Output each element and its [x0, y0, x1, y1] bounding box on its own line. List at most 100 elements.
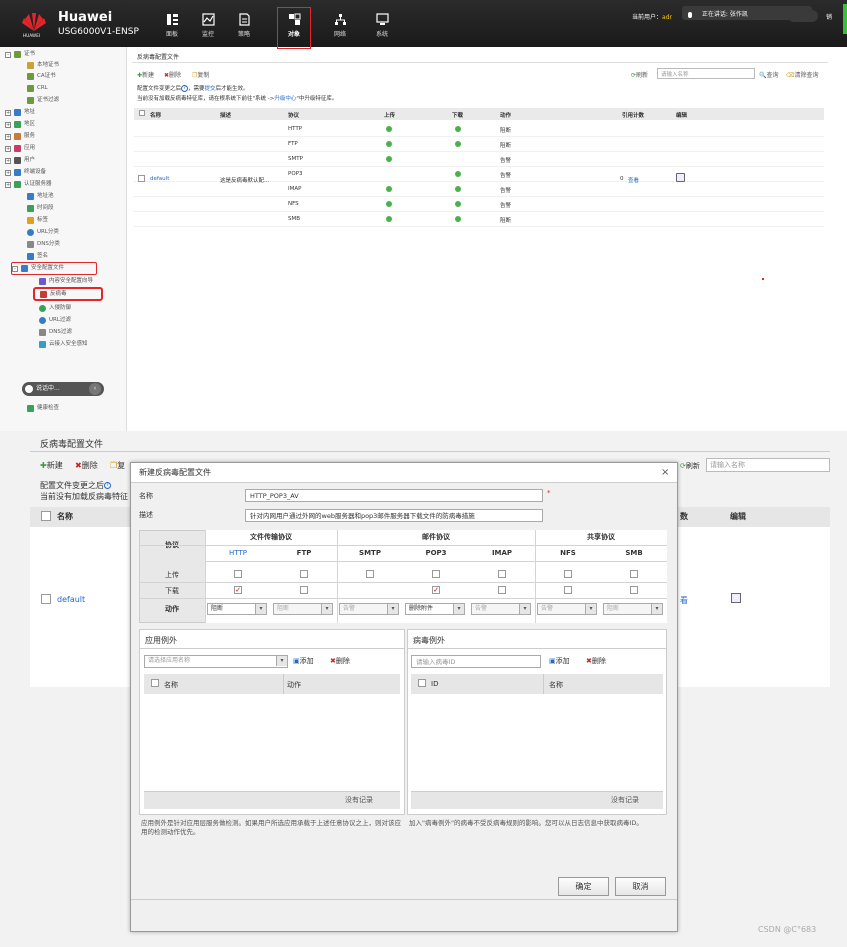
- lower-row-view[interactable]: 看: [680, 595, 688, 606]
- action-select-smb[interactable]: 阻断 ▾: [603, 603, 663, 615]
- edit-icon[interactable]: [676, 173, 685, 182]
- upload-checkbox-nfs[interactable]: [564, 570, 572, 578]
- sidebar-item-cert-filter[interactable]: 证书过滤: [27, 95, 59, 106]
- submit-link[interactable]: 提交: [205, 86, 216, 92]
- sidebar-item-terminal[interactable]: + 终端设备: [5, 167, 46, 178]
- lower-delete-button[interactable]: ✖删除: [75, 460, 98, 471]
- expand-icon[interactable]: +: [5, 181, 11, 188]
- virus-id-input[interactable]: 请输入病毒ID: [411, 655, 541, 668]
- sidebar-item-wizard[interactable]: 内容安全配置向导: [39, 276, 93, 287]
- upload-checkbox-pop3[interactable]: [432, 570, 440, 578]
- expand-icon[interactable]: +: [5, 133, 11, 140]
- help-icon[interactable]: ?: [104, 482, 111, 489]
- upload-checkbox-smb[interactable]: [630, 570, 638, 578]
- nav-system[interactable]: 系统: [365, 13, 399, 43]
- sidebar-item-crl[interactable]: CRL: [27, 83, 48, 94]
- lower-search-input[interactable]: 请输入名称: [706, 458, 830, 472]
- expand-icon[interactable]: +: [5, 157, 11, 164]
- lower-row-name[interactable]: default: [57, 595, 85, 604]
- lower-edit-icon[interactable]: [731, 593, 741, 603]
- lower-refresh-button[interactable]: ⟳刷新: [680, 461, 700, 471]
- sidebar-item-ips[interactable]: 入侵防御: [39, 303, 71, 314]
- upper-copy-button[interactable]: ❐复制: [192, 70, 209, 79]
- sidebar-item-local-cert[interactable]: 本地证书: [27, 60, 59, 71]
- sidebar-item-cert[interactable]: - 证书: [5, 49, 35, 60]
- sidebar-item-url-filter[interactable]: URL过滤: [39, 315, 71, 326]
- action-select-smtp[interactable]: 告警 ▾: [339, 603, 399, 615]
- sidebar-item-auth-server[interactable]: + 认证服务器: [5, 179, 52, 190]
- upload-checkbox-http[interactable]: [234, 570, 242, 578]
- nav-monitor[interactable]: 监控: [191, 13, 225, 43]
- sidebar-item-address-pool[interactable]: 地址池: [27, 191, 54, 202]
- sidebar-item-signature[interactable]: 签名: [27, 251, 48, 262]
- sidebar-item-region[interactable]: + 地区: [5, 119, 35, 130]
- upload-checkbox-ftp[interactable]: [300, 570, 308, 578]
- upgrade-center-link[interactable]: 升级中心: [274, 96, 296, 102]
- sidebar-item-url-category[interactable]: URL分类: [27, 227, 59, 238]
- lower-new-button[interactable]: ✚新建: [40, 460, 63, 471]
- action-select-pop3[interactable]: 删除附件 ▾: [405, 603, 465, 615]
- download-checkbox-http[interactable]: ✓: [234, 586, 242, 594]
- sidebar-item-ca-cert[interactable]: CA证书: [27, 71, 56, 82]
- upper-clear-query-button[interactable]: ⌫清除查询: [786, 70, 819, 79]
- sidebar-item-service[interactable]: + 服务: [5, 131, 35, 142]
- close-icon[interactable]: ×: [661, 467, 669, 478]
- virus-add-button[interactable]: ▣添加: [549, 656, 570, 666]
- download-checkbox-nfs[interactable]: [564, 586, 572, 594]
- row-name-default[interactable]: default: [150, 176, 169, 182]
- lower-copy-button[interactable]: ❐复: [110, 460, 125, 471]
- lower-row-checkbox[interactable]: [41, 594, 51, 604]
- cancel-button[interactable]: 取消: [615, 877, 666, 896]
- sidebar-item-cloud-access[interactable]: 云接入安全感知: [39, 339, 88, 350]
- action-select-imap[interactable]: 告警 ▾: [471, 603, 531, 615]
- sidebar-item-security-profile[interactable]: - 安全配置文件: [11, 262, 97, 275]
- sidebar-item-dns-category[interactable]: DNS分类: [27, 239, 60, 250]
- help-icon[interactable]: ?: [181, 85, 189, 92]
- sidebar-item-user[interactable]: + 用户: [5, 155, 35, 166]
- upload-checkbox-smtp[interactable]: [366, 570, 374, 578]
- sidebar-item-dns-filter[interactable]: DNS过滤: [39, 327, 72, 338]
- nav-dashboard[interactable]: 面板: [155, 13, 189, 43]
- upload-checkbox-imap[interactable]: [498, 570, 506, 578]
- nav-object[interactable]: 对象: [277, 7, 311, 49]
- logout-link[interactable]: 销: [826, 12, 832, 21]
- sidebar-item-health-check[interactable]: 健康检查: [27, 403, 59, 414]
- lower-select-all-checkbox[interactable]: [41, 511, 51, 521]
- action-select-ftp[interactable]: 阻断 ▾: [273, 603, 333, 615]
- expand-icon[interactable]: +: [5, 145, 11, 152]
- app-select-dropdown[interactable]: 请选择应用名称 ▾: [144, 655, 288, 668]
- action-select-nfs[interactable]: 告警 ▾: [537, 603, 597, 615]
- upper-query-button[interactable]: 🔍查询: [759, 70, 779, 79]
- virus-delete-button[interactable]: ✖删除: [586, 656, 606, 666]
- desc-input[interactable]: 针对内网用户通过外网的web服务器和pop3邮件服务器下载文件的防病毒措施: [245, 509, 543, 522]
- collapse-icon[interactable]: -: [12, 265, 18, 272]
- download-checkbox-smb[interactable]: [630, 586, 638, 594]
- expand-icon[interactable]: +: [5, 169, 11, 176]
- expand-icon[interactable]: +: [5, 121, 11, 128]
- download-checkbox-imap[interactable]: [498, 586, 506, 594]
- app-select-all-checkbox[interactable]: [151, 679, 159, 687]
- ok-button[interactable]: 确定: [558, 877, 609, 896]
- upper-new-button[interactable]: ✚新建: [137, 70, 154, 79]
- action-select-http[interactable]: 阻断 ▾: [207, 603, 267, 615]
- sidebar-item-application[interactable]: + 应用: [5, 143, 35, 154]
- app-delete-button[interactable]: ✖删除: [330, 656, 350, 666]
- sidebar-item-address[interactable]: + 地址: [5, 107, 35, 118]
- nav-network[interactable]: 网络: [323, 13, 357, 43]
- virus-select-all-checkbox[interactable]: [418, 679, 426, 687]
- download-checkbox-pop3[interactable]: ✓: [432, 586, 440, 594]
- sidebar-item-antivirus[interactable]: 反病毒: [33, 287, 103, 301]
- upper-delete-button[interactable]: ✖删除: [164, 70, 181, 79]
- name-input[interactable]: HTTP_POP3_AV: [245, 489, 543, 502]
- app-add-button[interactable]: ▣添加: [293, 656, 314, 666]
- collapse-arrow-icon[interactable]: ‹: [89, 383, 101, 395]
- sidebar-item-time-range[interactable]: 时间段: [27, 203, 54, 214]
- upper-search-input[interactable]: 请输入名称: [657, 68, 755, 79]
- sidebar-item-tag[interactable]: 标签: [27, 215, 48, 226]
- upper-refresh-button[interactable]: ⟳刷新: [631, 70, 648, 79]
- nav-policy[interactable]: 策略: [227, 13, 261, 43]
- row-view-link[interactable]: 查看: [628, 176, 639, 184]
- expand-icon[interactable]: +: [5, 109, 11, 116]
- collapse-icon[interactable]: -: [5, 51, 11, 58]
- row-checkbox[interactable]: [138, 175, 145, 182]
